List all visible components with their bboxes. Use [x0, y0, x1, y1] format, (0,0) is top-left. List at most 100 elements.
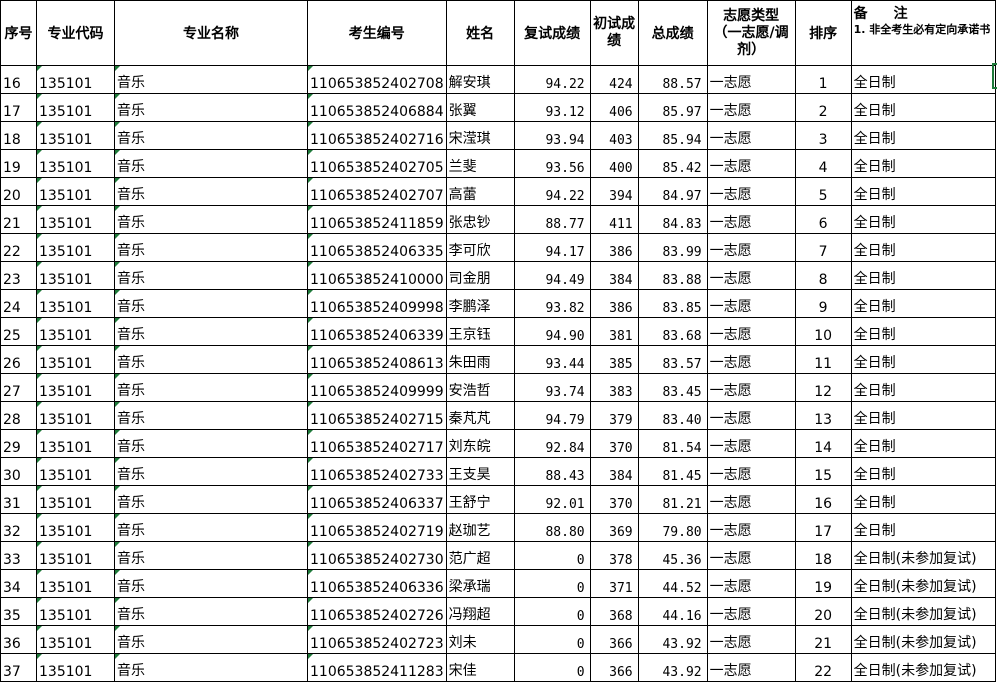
cell-exam-no[interactable]: 110653852402726	[307, 597, 447, 626]
cell-note[interactable]: 全日制	[850, 177, 996, 206]
cell-code[interactable]: 135101	[36, 569, 115, 598]
cell-note[interactable]: 全日制	[850, 429, 996, 458]
cell-choice[interactable]: 一志愿	[706, 205, 796, 234]
cell-seq[interactable]: 25	[0, 317, 37, 346]
cell-major[interactable]: 音乐	[114, 289, 308, 318]
cell-retest[interactable]: 0	[513, 597, 591, 626]
cell-rank[interactable]: 10	[794, 317, 852, 346]
cell-choice[interactable]: 一志愿	[706, 345, 796, 374]
cell-total[interactable]: 83.99	[637, 233, 708, 262]
cell-choice[interactable]: 一志愿	[706, 597, 796, 626]
cell-seq[interactable]: 27	[0, 373, 37, 402]
cell-total[interactable]: 79.80	[637, 513, 708, 542]
cell-rank[interactable]: 16	[794, 485, 852, 514]
cell-seq[interactable]: 20	[0, 177, 37, 206]
cell-exam-no[interactable]: 110653852411283	[307, 653, 447, 682]
cell-rank[interactable]: 14	[794, 429, 852, 458]
cell-exam-no[interactable]: 110653852402730	[307, 541, 447, 570]
cell-name[interactable]: 安浩哲	[445, 373, 515, 402]
cell-retest[interactable]: 93.12	[513, 93, 591, 122]
cell-code[interactable]: 135101	[36, 457, 115, 486]
cell-code[interactable]: 135101	[36, 317, 115, 346]
cell-seq[interactable]: 24	[0, 289, 37, 318]
cell-seq[interactable]: 19	[0, 149, 37, 178]
cell-retest[interactable]: 94.22	[513, 65, 591, 94]
cell-exam-no[interactable]: 110653852402719	[307, 513, 447, 542]
cell-major[interactable]: 音乐	[114, 485, 308, 514]
cell-note[interactable]: 全日制(未参加复试)	[850, 625, 996, 654]
cell-major[interactable]: 音乐	[114, 625, 308, 654]
cell-seq[interactable]: 30	[0, 457, 37, 486]
cell-exam-no[interactable]: 110653852402708	[307, 65, 447, 94]
cell-total[interactable]: 83.45	[637, 373, 708, 402]
cell-total[interactable]: 84.97	[637, 177, 708, 206]
cell-initial[interactable]: 394	[589, 177, 639, 206]
cell-choice[interactable]: 一志愿	[706, 65, 796, 94]
cell-exam-no[interactable]: 110653852406337	[307, 485, 447, 514]
cell-major[interactable]: 音乐	[114, 93, 308, 122]
cell-note[interactable]: 全日制	[850, 205, 996, 234]
cell-rank[interactable]: 15	[794, 457, 852, 486]
cell-name[interactable]: 刘东皖	[445, 429, 515, 458]
cell-note[interactable]: 全日制	[850, 513, 996, 542]
cell-rank[interactable]: 13	[794, 401, 852, 430]
cell-exam-no[interactable]: 110653852410000	[307, 261, 447, 290]
header-code[interactable]: 专业代码	[36, 0, 115, 66]
cell-rank[interactable]: 17	[794, 513, 852, 542]
cell-note[interactable]: 全日制	[850, 485, 996, 514]
cell-name[interactable]: 李鹏泽	[445, 289, 515, 318]
cell-choice[interactable]: 一志愿	[706, 289, 796, 318]
cell-major[interactable]: 音乐	[114, 541, 308, 570]
cell-major[interactable]: 音乐	[114, 65, 308, 94]
cell-note[interactable]: 全日制	[850, 401, 996, 430]
cell-major[interactable]: 音乐	[114, 429, 308, 458]
cell-note[interactable]: 全日制	[850, 121, 996, 150]
cell-major[interactable]: 音乐	[114, 653, 308, 682]
cell-total[interactable]: 83.88	[637, 261, 708, 290]
cell-initial[interactable]: 370	[589, 485, 639, 514]
cell-initial[interactable]: 378	[589, 541, 639, 570]
cell-name[interactable]: 朱田雨	[445, 345, 515, 374]
cell-retest[interactable]: 93.74	[513, 373, 591, 402]
cell-seq[interactable]: 18	[0, 121, 37, 150]
cell-choice[interactable]: 一志愿	[706, 625, 796, 654]
cell-code[interactable]: 135101	[36, 121, 115, 150]
cell-rank[interactable]: 2	[794, 93, 852, 122]
cell-retest[interactable]: 92.01	[513, 485, 591, 514]
cell-major[interactable]: 音乐	[114, 597, 308, 626]
cell-name[interactable]: 解安琪	[445, 65, 515, 94]
cell-exam-no[interactable]: 110653852406336	[307, 569, 447, 598]
cell-code[interactable]: 135101	[36, 513, 115, 542]
cell-code[interactable]: 135101	[36, 653, 115, 682]
cell-rank[interactable]: 8	[794, 261, 852, 290]
cell-initial[interactable]: 400	[589, 149, 639, 178]
header-seq[interactable]: 序号	[0, 0, 37, 66]
cell-major[interactable]: 音乐	[114, 373, 308, 402]
cell-seq[interactable]: 31	[0, 485, 37, 514]
cell-name[interactable]: 高蕾	[445, 177, 515, 206]
header-name[interactable]: 姓名	[445, 0, 515, 66]
cell-initial[interactable]: 371	[589, 569, 639, 598]
cell-name[interactable]: 兰斐	[445, 149, 515, 178]
cell-note[interactable]: 全日制(未参加复试)	[850, 541, 996, 570]
cell-seq[interactable]: 29	[0, 429, 37, 458]
cell-seq[interactable]: 37	[0, 653, 37, 682]
cell-name[interactable]: 王舒宁	[445, 485, 515, 514]
header-initial[interactable]: 初试成绩	[589, 0, 639, 66]
cell-rank[interactable]: 7	[794, 233, 852, 262]
cell-initial[interactable]: 385	[589, 345, 639, 374]
cell-total[interactable]: 44.16	[637, 597, 708, 626]
cell-exam-no[interactable]: 110653852402717	[307, 429, 447, 458]
cell-seq[interactable]: 16	[0, 65, 37, 94]
cell-code[interactable]: 135101	[36, 597, 115, 626]
cell-name[interactable]: 秦芃芃	[445, 401, 515, 430]
cell-rank[interactable]: 22	[794, 653, 852, 682]
header-retest[interactable]: 复试成绩	[513, 0, 591, 66]
cell-name[interactable]: 宋佳	[445, 653, 515, 682]
cell-rank[interactable]: 4	[794, 149, 852, 178]
cell-seq[interactable]: 17	[0, 93, 37, 122]
cell-initial[interactable]: 370	[589, 429, 639, 458]
cell-initial[interactable]: 368	[589, 597, 639, 626]
cell-retest[interactable]: 88.77	[513, 205, 591, 234]
cell-note[interactable]: 全日制(未参加复试)	[850, 653, 996, 682]
